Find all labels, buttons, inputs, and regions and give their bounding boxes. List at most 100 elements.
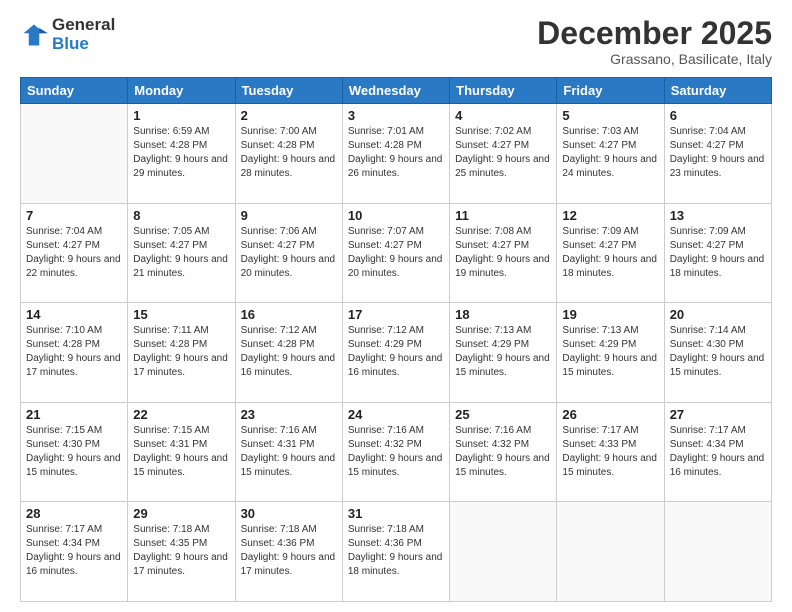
day-number: 13	[670, 208, 766, 223]
weekday-header-thursday: Thursday	[450, 78, 557, 104]
day-info: Sunrise: 7:18 AMSunset: 4:36 PMDaylight:…	[348, 523, 444, 579]
day-number: 22	[133, 407, 229, 422]
calendar-cell: 26Sunrise: 7:17 AMSunset: 4:33 PMDayligh…	[557, 402, 664, 502]
day-number: 10	[348, 208, 444, 223]
weekday-header-sunday: Sunday	[21, 78, 128, 104]
calendar-week-3: 14 Sunrise: 7:10 AMSunset: 4:28 PMDayligh…	[21, 303, 772, 403]
day-number: 4	[455, 108, 551, 123]
logo: General Blue	[20, 16, 115, 53]
day-number: 25	[455, 407, 551, 422]
day-number: 9	[241, 208, 337, 223]
day-number: 6	[670, 108, 766, 123]
day-number: 12	[562, 208, 658, 223]
calendar-cell: 17 Sunrise: 7:12 AMSunset: 4:29 PMDayligh…	[342, 303, 449, 403]
calendar-cell: 8Sunrise: 7:05 AMSunset: 4:27 PMDaylight…	[128, 203, 235, 303]
day-number: 11	[455, 208, 551, 223]
calendar-cell: 22 Sunrise: 7:15 AMSunset: 4:31 PMDayligh…	[128, 402, 235, 502]
calendar-week-4: 21 Sunrise: 7:15 AMSunset: 4:30 PMDayligh…	[21, 402, 772, 502]
day-info: Sunrise: 7:13 AMSunset: 4:29 PMDaylight:…	[562, 324, 658, 380]
day-number: 28	[26, 506, 122, 521]
day-info: Sunrise: 7:15 AMSunset: 4:31 PMDaylight:…	[133, 424, 229, 480]
calendar-cell: 23 Sunrise: 7:16 AMSunset: 4:31 PMDayligh…	[235, 402, 342, 502]
day-number: 24	[348, 407, 444, 422]
weekday-header-wednesday: Wednesday	[342, 78, 449, 104]
day-info: Sunrise: 7:02 AMSunset: 4:27 PMDaylight:…	[455, 125, 551, 181]
calendar-cell: 31 Sunrise: 7:18 AMSunset: 4:36 PMDayligh…	[342, 502, 449, 602]
day-number: 5	[562, 108, 658, 123]
title-block: December 2025 Grassano, Basilicate, Ital…	[537, 16, 772, 67]
day-info: Sunrise: 7:00 AMSunset: 4:28 PMDaylight:…	[241, 125, 337, 181]
day-number: 8	[133, 208, 229, 223]
calendar-cell	[664, 502, 771, 602]
calendar-cell: 2 Sunrise: 7:00 AMSunset: 4:28 PMDaylight…	[235, 104, 342, 204]
day-info: Sunrise: 7:09 AMSunset: 4:27 PMDaylight:…	[670, 225, 766, 281]
logo-text: General Blue	[52, 16, 115, 53]
day-info: Sunrise: 7:03 AMSunset: 4:27 PMDaylight:…	[562, 125, 658, 181]
calendar-cell: 12 Sunrise: 7:09 AMSunset: 4:27 PMDayligh…	[557, 203, 664, 303]
day-number: 16	[241, 307, 337, 322]
day-number: 15	[133, 307, 229, 322]
day-info: Sunrise: 7:07 AMSunset: 4:27 PMDaylight:…	[348, 225, 444, 281]
calendar-cell	[450, 502, 557, 602]
calendar-week-2: 7Sunrise: 7:04 AMSunset: 4:27 PMDaylight…	[21, 203, 772, 303]
calendar-cell: 30Sunrise: 7:18 AMSunset: 4:36 PMDayligh…	[235, 502, 342, 602]
day-info: Sunrise: 7:08 AMSunset: 4:27 PMDaylight:…	[455, 225, 551, 281]
day-info: Sunrise: 7:17 AMSunset: 4:34 PMDaylight:…	[26, 523, 122, 579]
day-number: 19	[562, 307, 658, 322]
month-title: December 2025	[537, 16, 772, 51]
weekday-header-friday: Friday	[557, 78, 664, 104]
day-info: Sunrise: 6:59 AMSunset: 4:28 PMDaylight:…	[133, 125, 229, 181]
day-info: Sunrise: 7:10 AMSunset: 4:28 PMDaylight:…	[26, 324, 122, 380]
day-number: 30	[241, 506, 337, 521]
day-info: Sunrise: 7:15 AMSunset: 4:30 PMDaylight:…	[26, 424, 122, 480]
day-number: 7	[26, 208, 122, 223]
day-number: 21	[26, 407, 122, 422]
calendar-cell: 15 Sunrise: 7:11 AMSunset: 4:28 PMDayligh…	[128, 303, 235, 403]
calendar-cell	[557, 502, 664, 602]
calendar-cell: 28 Sunrise: 7:17 AMSunset: 4:34 PMDayligh…	[21, 502, 128, 602]
day-info: Sunrise: 7:16 AMSunset: 4:32 PMDaylight:…	[348, 424, 444, 480]
calendar-cell: 6 Sunrise: 7:04 AMSunset: 4:27 PMDaylight…	[664, 104, 771, 204]
calendar-cell: 10 Sunrise: 7:07 AMSunset: 4:27 PMDayligh…	[342, 203, 449, 303]
day-number: 27	[670, 407, 766, 422]
day-info: Sunrise: 7:06 AMSunset: 4:27 PMDaylight:…	[241, 225, 337, 281]
day-info: Sunrise: 7:04 AMSunset: 4:27 PMDaylight:…	[670, 125, 766, 181]
day-number: 31	[348, 506, 444, 521]
calendar-cell	[21, 104, 128, 204]
calendar-cell: 3Sunrise: 7:01 AMSunset: 4:28 PMDaylight…	[342, 104, 449, 204]
day-info: Sunrise: 7:17 AMSunset: 4:34 PMDaylight:…	[670, 424, 766, 480]
day-info: Sunrise: 7:01 AMSunset: 4:28 PMDaylight:…	[348, 125, 444, 181]
day-number: 2	[241, 108, 337, 123]
weekday-header-saturday: Saturday	[664, 78, 771, 104]
calendar-cell: 5 Sunrise: 7:03 AMSunset: 4:27 PMDaylight…	[557, 104, 664, 204]
day-number: 17	[348, 307, 444, 322]
day-info: Sunrise: 7:12 AMSunset: 4:29 PMDaylight:…	[348, 324, 444, 380]
calendar-cell: 29Sunrise: 7:18 AMSunset: 4:35 PMDayligh…	[128, 502, 235, 602]
day-info: Sunrise: 7:16 AMSunset: 4:32 PMDaylight:…	[455, 424, 551, 480]
day-info: Sunrise: 7:11 AMSunset: 4:28 PMDaylight:…	[133, 324, 229, 380]
page: General Blue December 2025 Grassano, Bas…	[0, 0, 792, 612]
day-number: 18	[455, 307, 551, 322]
calendar: SundayMondayTuesdayWednesdayThursdayFrid…	[20, 77, 772, 602]
calendar-week-5: 28 Sunrise: 7:17 AMSunset: 4:34 PMDayligh…	[21, 502, 772, 602]
calendar-cell: 20Sunrise: 7:14 AMSunset: 4:30 PMDayligh…	[664, 303, 771, 403]
logo-icon	[20, 21, 48, 49]
day-info: Sunrise: 7:12 AMSunset: 4:28 PMDaylight:…	[241, 324, 337, 380]
day-number: 1	[133, 108, 229, 123]
weekday-header-tuesday: Tuesday	[235, 78, 342, 104]
calendar-cell: 9 Sunrise: 7:06 AMSunset: 4:27 PMDaylight…	[235, 203, 342, 303]
day-number: 26	[562, 407, 658, 422]
header: General Blue December 2025 Grassano, Bas…	[20, 16, 772, 67]
calendar-cell: 25 Sunrise: 7:16 AMSunset: 4:32 PMDayligh…	[450, 402, 557, 502]
day-number: 23	[241, 407, 337, 422]
calendar-cell: 19 Sunrise: 7:13 AMSunset: 4:29 PMDayligh…	[557, 303, 664, 403]
day-info: Sunrise: 7:16 AMSunset: 4:31 PMDaylight:…	[241, 424, 337, 480]
calendar-cell: 4 Sunrise: 7:02 AMSunset: 4:27 PMDaylight…	[450, 104, 557, 204]
day-number: 14	[26, 307, 122, 322]
day-info: Sunrise: 7:09 AMSunset: 4:27 PMDaylight:…	[562, 225, 658, 281]
calendar-cell: 24 Sunrise: 7:16 AMSunset: 4:32 PMDayligh…	[342, 402, 449, 502]
calendar-cell: 7Sunrise: 7:04 AMSunset: 4:27 PMDaylight…	[21, 203, 128, 303]
calendar-cell: 21 Sunrise: 7:15 AMSunset: 4:30 PMDayligh…	[21, 402, 128, 502]
calendar-week-1: 1 Sunrise: 6:59 AMSunset: 4:28 PMDaylight…	[21, 104, 772, 204]
day-info: Sunrise: 7:18 AMSunset: 4:35 PMDaylight:…	[133, 523, 229, 579]
